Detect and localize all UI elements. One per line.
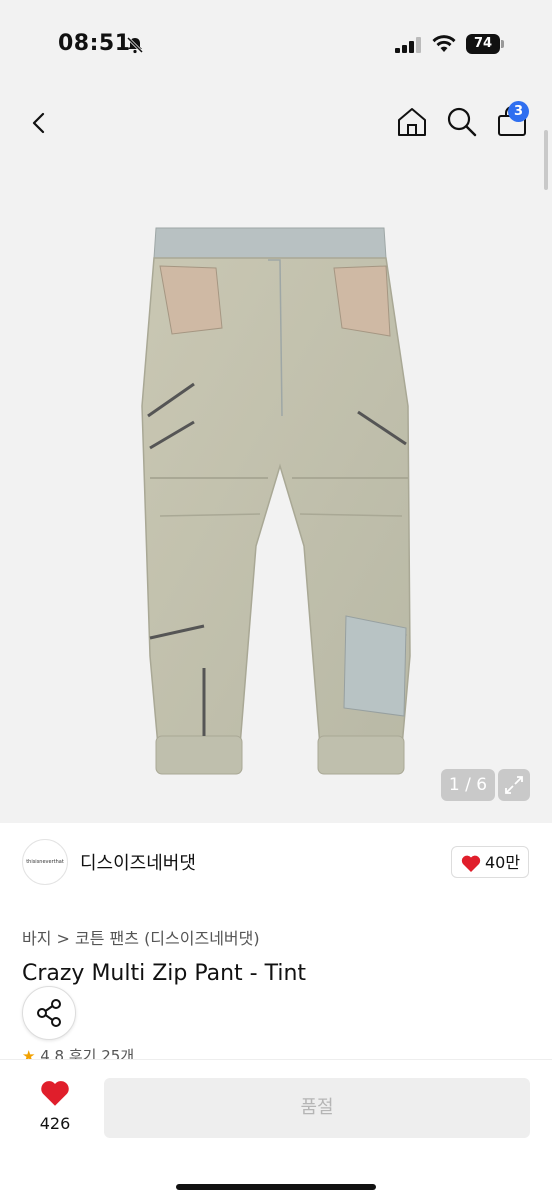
rating-row[interactable]: ★ 4.8 후기 25개	[22, 1045, 134, 1059]
bottom-action-bar: 426 품절	[0, 1059, 552, 1201]
breadcrumb[interactable]: 바지 > 코튼 팬츠 (디스이즈네버댓)	[22, 925, 260, 949]
back-arrow-icon[interactable]	[22, 106, 56, 140]
search-icon[interactable]	[444, 104, 480, 140]
product-gallery[interactable]: 1 / 6	[0, 90, 552, 823]
brand-row: thisisneverthat 디스이즈네버댓 40만	[0, 823, 552, 901]
wifi-icon	[432, 35, 456, 52]
product-image	[141, 227, 411, 775]
scrollbar[interactable]	[544, 130, 548, 190]
signal-icon	[395, 37, 421, 53]
brand-like-count: 40만	[485, 853, 521, 872]
brand-name[interactable]: 디스이즈네버댓	[80, 849, 196, 875]
home-indicator	[176, 1184, 376, 1190]
heart-icon	[41, 1081, 69, 1106]
rating-score: 4.8	[40, 1047, 65, 1059]
heart-icon	[461, 855, 481, 872]
battery-indicator: 74	[466, 34, 500, 54]
cart-count-badge: 3	[508, 101, 529, 122]
battery-tip	[501, 40, 504, 48]
wishlist-button[interactable]: 426	[30, 1080, 80, 1133]
wishlist-count: 426	[39, 1114, 71, 1133]
status-bar: 08:51 74	[0, 0, 552, 90]
brand-like-button[interactable]: 40만	[451, 846, 529, 878]
expand-icon[interactable]	[498, 769, 530, 801]
brand-logo[interactable]: thisisneverthat	[22, 839, 68, 885]
status-time: 08:51	[58, 31, 131, 56]
review-count: 후기 25개	[68, 1047, 135, 1059]
star-icon: ★	[22, 1047, 36, 1059]
sold-out-button[interactable]: 품절	[104, 1078, 530, 1138]
bell-off-icon	[126, 36, 144, 54]
image-counter: 1 / 6	[441, 769, 495, 801]
share-icon[interactable]	[22, 986, 76, 1040]
product-title: Crazy Multi Zip Pant - Tint	[22, 961, 307, 986]
home-icon[interactable]	[394, 104, 430, 140]
